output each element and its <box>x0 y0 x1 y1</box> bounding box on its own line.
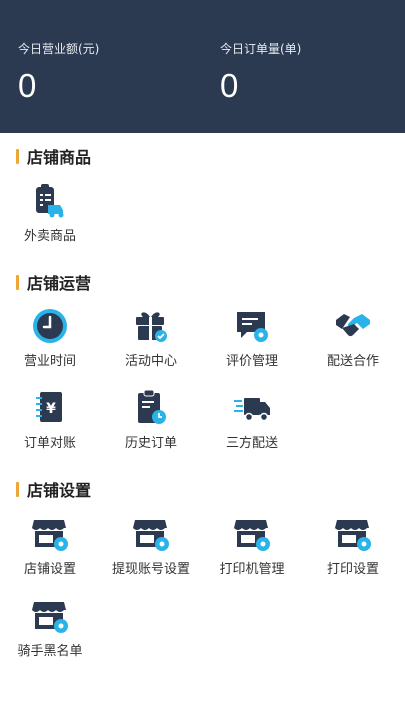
today-revenue-label: 今日营业额(元) <box>18 42 100 56</box>
section-accent-bar <box>16 481 19 497</box>
menu-item-label: 打印机管理 <box>219 562 285 577</box>
menu-item-label: 店铺设置 <box>23 562 76 577</box>
menu-item-label: 打印设置 <box>326 562 379 577</box>
menu-item-label: 订单对账 <box>23 436 76 451</box>
menu-item-label: 提现账号设置 <box>111 562 190 577</box>
menu-item-print-settings[interactable]: 打印设置 <box>303 514 403 584</box>
yen-bill-icon: ¥ <box>36 392 62 422</box>
section-accent-bar <box>16 148 19 164</box>
menu-item-order-reconciliation[interactable]: ¥ 订单对账 <box>0 388 100 458</box>
menu-item-label: 骑手黑名单 <box>17 644 83 659</box>
menu-item-label: 评价管理 <box>225 354 278 369</box>
store-settings-icon <box>32 520 68 551</box>
section-title-text: 店铺设置 <box>27 481 92 500</box>
header-stats-panel: 今日营业额(元) 0 今日订单量(单) 0 <box>0 0 405 133</box>
store-settings-icon <box>32 602 68 633</box>
section-accent-bar <box>16 274 19 290</box>
menu-item-printer-management[interactable]: 打印机管理 <box>202 514 302 584</box>
menu-item-withdraw-account-settings[interactable]: 提现账号设置 <box>101 514 201 584</box>
review-icon <box>237 312 268 342</box>
menu-item-delivery-cooperation[interactable]: 配送合作 <box>303 306 403 376</box>
today-revenue-value: 0 <box>18 67 37 104</box>
store-settings-icon <box>335 520 371 551</box>
menu-item-label: 营业时间 <box>23 354 76 369</box>
delivery-truck-icon <box>234 398 270 422</box>
menu-item-rider-blacklist[interactable]: 骑手黑名单 <box>0 596 100 666</box>
menu-item-third-party-delivery[interactable]: 三方配送 <box>202 388 302 458</box>
menu-item-label: 配送合作 <box>326 354 379 369</box>
section-title-store-settings: 店铺设置 <box>16 480 92 500</box>
clock-icon <box>33 309 67 343</box>
section-title-store-goods: 店铺商品 <box>16 147 92 167</box>
history-order-icon <box>138 389 166 424</box>
gift-icon <box>136 312 167 342</box>
today-orders-value: 0 <box>220 67 239 104</box>
svg-text:¥: ¥ <box>46 401 56 417</box>
menu-item-label: 历史订单 <box>124 436 177 451</box>
menu-item-store-settings[interactable]: 店铺设置 <box>0 514 100 584</box>
menu-item-business-hours[interactable]: 营业时间 <box>0 306 100 376</box>
store-settings-icon <box>133 520 169 551</box>
section-title-text: 店铺商品 <box>27 148 92 167</box>
section-title-store-operation: 店铺运营 <box>16 273 92 293</box>
menu-item-label: 外卖商品 <box>23 229 76 244</box>
menu-item-review-management[interactable]: 评价管理 <box>202 306 302 376</box>
today-revenue-stat[interactable]: 今日营业额(元) 0 <box>18 40 99 104</box>
menu-item-label: 活动中心 <box>124 354 177 369</box>
today-orders-label: 今日订单量(单) <box>220 42 302 56</box>
today-orders-stat[interactable]: 今日订单量(单) 0 <box>220 40 301 104</box>
section-title-text: 店铺运营 <box>27 274 92 293</box>
takeout-goods-icon <box>36 184 64 218</box>
menu-item-activity-center[interactable]: 活动中心 <box>101 306 201 376</box>
store-settings-icon <box>234 520 270 551</box>
menu-item-history-orders[interactable]: 历史订单 <box>101 388 201 458</box>
menu-item-label: 三方配送 <box>225 436 278 451</box>
menu-item-takeout-goods[interactable]: 外卖商品 <box>0 181 100 251</box>
handshake-icon <box>336 314 370 337</box>
